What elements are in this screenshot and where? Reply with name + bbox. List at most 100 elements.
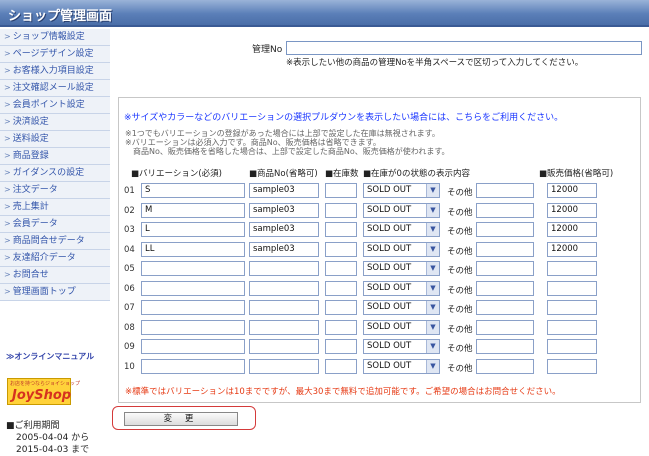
variation-name-input[interactable]: LL <box>141 241 245 257</box>
item-no-input[interactable]: sample03 <box>249 183 319 198</box>
item-no-input[interactable] <box>249 300 319 315</box>
variation-title: ※サイズやカラーなどのバリエーションの選択プルダウンを表示したい場合には、こちら… <box>124 113 564 123</box>
chevron-right-icon: > <box>4 219 11 228</box>
sidebar-menu-item[interactable]: > 会員ポイント設定 <box>0 97 110 114</box>
sidebar-menu-label: 商品問合せデータ <box>12 236 85 246</box>
zero-display-select[interactable]: SOLD OUT ▼ <box>363 222 440 237</box>
price-input[interactable]: 12000 <box>547 183 597 198</box>
management-no-input[interactable] <box>286 41 642 55</box>
variation-row: 06 SOLD OUT ▼ その他 <box>119 280 642 298</box>
item-no-input[interactable]: sample03 <box>249 222 319 237</box>
item-no-input[interactable]: sample03 <box>249 241 319 257</box>
stock-input[interactable] <box>325 222 357 237</box>
zero-display-select[interactable]: SOLD OUT ▼ <box>363 339 440 354</box>
item-no-input[interactable] <box>249 261 319 276</box>
price-input[interactable]: 12000 <box>547 241 597 257</box>
sidebar-menu-item[interactable]: > 商品問合せデータ <box>0 233 110 250</box>
sidebar-menu-item[interactable]: > 友達紹介データ <box>0 250 110 267</box>
price-input[interactable] <box>547 358 597 374</box>
stock-input[interactable] <box>325 319 357 335</box>
other-display-input[interactable] <box>476 358 534 374</box>
chevron-down-icon: ▼ <box>426 359 439 373</box>
sidebar-menu-item[interactable]: > ショップ情報設定 <box>0 29 110 46</box>
chevron-right-icon: > <box>4 100 11 109</box>
zero-display-select[interactable]: SOLD OUT ▼ <box>363 183 440 198</box>
zero-display-select[interactable]: SOLD OUT ▼ <box>363 358 440 374</box>
sidebar-menu-item[interactable]: > 商品登録 <box>0 148 110 165</box>
item-no-input[interactable] <box>249 339 319 354</box>
online-manual-link[interactable]: ≫オンラインマニュアル <box>6 351 94 362</box>
chevron-right-icon: > <box>4 66 11 75</box>
variation-name-input[interactable] <box>141 358 245 374</box>
price-input[interactable]: 12000 <box>547 222 597 237</box>
price-input[interactable] <box>547 280 597 296</box>
sidebar-menu-label: ショップ情報設定 <box>12 32 85 42</box>
item-no-input[interactable] <box>249 319 319 335</box>
variation-name-input[interactable] <box>141 280 245 296</box>
item-no-input[interactable]: sample03 <box>249 202 319 218</box>
other-display-input[interactable] <box>476 222 534 237</box>
sidebar-menu-item[interactable]: > お問合せ <box>0 267 110 284</box>
sidebar-menu-item[interactable]: > ページデザイン設定 <box>0 46 110 63</box>
header-item-no: ■商品No(省略可) <box>249 169 318 179</box>
submit-highlight: 変 更 <box>112 406 256 430</box>
sidebar-menu-item[interactable]: > お客様入力項目設定 <box>0 63 110 80</box>
zero-display-select[interactable]: SOLD OUT ▼ <box>363 300 440 315</box>
chevron-down-icon: ▼ <box>426 320 439 334</box>
item-no-input[interactable] <box>249 280 319 296</box>
stock-input[interactable] <box>325 280 357 296</box>
title-bar: ショップ管理画面 <box>0 0 649 27</box>
stock-input[interactable] <box>325 202 357 218</box>
other-display-input[interactable] <box>476 202 534 218</box>
zero-display-value: SOLD OUT <box>367 204 412 215</box>
other-display-input[interactable] <box>476 261 534 276</box>
zero-display-value: SOLD OUT <box>367 341 412 351</box>
sidebar-menu-item[interactable]: > 注文データ <box>0 182 110 199</box>
zero-display-select[interactable]: SOLD OUT ▼ <box>363 241 440 257</box>
sidebar-menu-label: 商品登録 <box>12 151 49 161</box>
price-input[interactable]: 12000 <box>547 202 597 218</box>
chevron-right-icon: > <box>4 134 11 143</box>
other-display-input[interactable] <box>476 280 534 296</box>
other-display-input[interactable] <box>476 339 534 354</box>
sidebar-menu-item[interactable]: > 決済設定 <box>0 114 110 131</box>
chevron-right-icon: > <box>4 253 11 262</box>
sidebar-menu-item[interactable]: > 送料設定 <box>0 131 110 148</box>
stock-input[interactable] <box>325 183 357 198</box>
stock-input[interactable] <box>325 358 357 374</box>
price-input[interactable] <box>547 300 597 315</box>
variation-name-input[interactable] <box>141 319 245 335</box>
update-button[interactable]: 変 更 <box>124 412 238 426</box>
price-input[interactable] <box>547 319 597 335</box>
stock-input[interactable] <box>325 241 357 257</box>
sidebar-menu-item[interactable]: > 売上集計 <box>0 199 110 216</box>
zero-display-select[interactable]: SOLD OUT ▼ <box>363 319 440 335</box>
other-display-input[interactable] <box>476 300 534 315</box>
zero-display-select[interactable]: SOLD OUT ▼ <box>363 261 440 276</box>
variation-row: 10 SOLD OUT ▼ その他 <box>119 358 642 376</box>
price-input[interactable] <box>547 339 597 354</box>
sidebar-menu-item[interactable]: > ガイダンスの設定 <box>0 165 110 182</box>
other-display-input[interactable] <box>476 319 534 335</box>
variation-name-input[interactable] <box>141 339 245 354</box>
variation-note: ※バリエーションは必須入力です。商品No、販売価格は省略できます。 <box>125 138 381 147</box>
joyshop-logo[interactable]: お店を持つならジョイショップ JoyShop <box>7 378 80 405</box>
stock-input[interactable] <box>325 300 357 315</box>
variation-name-input[interactable]: L <box>141 222 245 237</box>
price-input[interactable] <box>547 261 597 276</box>
zero-display-select[interactable]: SOLD OUT ▼ <box>363 280 440 296</box>
variation-name-input[interactable] <box>141 300 245 315</box>
sidebar-menu-item[interactable]: > 注文確認メール設定 <box>0 80 110 97</box>
zero-display-select[interactable]: SOLD OUT ▼ <box>363 202 440 218</box>
sidebar-menu-item[interactable]: > 会員データ <box>0 216 110 233</box>
stock-input[interactable] <box>325 339 357 354</box>
other-display-input[interactable] <box>476 241 534 257</box>
variation-name-input[interactable]: S <box>141 183 245 198</box>
sidebar-menu-item[interactable]: > 管理画面トップ <box>0 284 110 301</box>
variation-name-input[interactable] <box>141 261 245 276</box>
other-display-input[interactable] <box>476 183 534 198</box>
variation-name-input[interactable]: M <box>141 202 245 218</box>
variation-row: 07 SOLD OUT ▼ その他 <box>119 300 642 317</box>
item-no-input[interactable] <box>249 358 319 374</box>
stock-input[interactable] <box>325 261 357 276</box>
